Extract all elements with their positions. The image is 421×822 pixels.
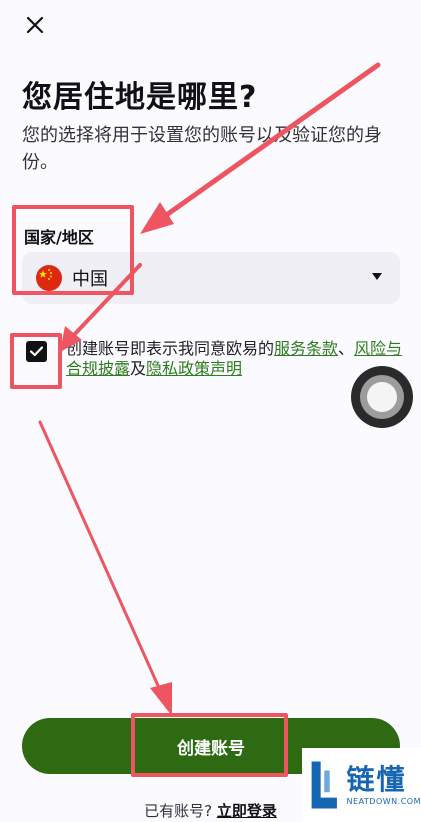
- agreement-text: 创建账号即表示我同意欧易的服务条款、风险与合规披露及隐私政策声明: [66, 339, 406, 379]
- annotation-box-country: [12, 205, 134, 295]
- page-subtitle: 您的选择将用于设置您的账号以及验证您的身份。: [22, 125, 382, 173]
- close-button[interactable]: [20, 10, 50, 40]
- agreement-conjunction: 及: [130, 359, 147, 378]
- agreement-prefix: 创建账号即表示我同意欧易的: [66, 339, 275, 358]
- watermark: 链懂 NEATDOWN.COM: [302, 748, 421, 822]
- page-title: 您居住地是哪里?: [22, 80, 258, 115]
- privacy-policy-link[interactable]: 隐私政策声明: [146, 359, 242, 378]
- close-icon: [26, 16, 44, 34]
- watermark-logo-icon: [311, 761, 337, 809]
- annotation-box-create: [131, 713, 288, 777]
- have-account-text: 已有账号?: [144, 802, 217, 820]
- floating-button-center: [367, 382, 397, 412]
- floating-assistive-button[interactable]: [351, 366, 413, 428]
- terms-link[interactable]: 服务条款: [274, 339, 338, 358]
- annotation-box-checkbox: [10, 333, 62, 389]
- watermark-name-en: NEATDOWN.COM: [346, 796, 421, 806]
- annotation-arrow-line: [38, 420, 162, 692]
- caret-down-icon: [372, 273, 382, 280]
- annotation-arrow-head: [150, 682, 172, 716]
- floating-button-ring: [360, 375, 404, 419]
- agreement-separator: 、: [338, 339, 355, 358]
- annotation-arrow-head: [140, 202, 174, 234]
- login-link[interactable]: 立即登录: [217, 802, 277, 820]
- watermark-name-cn: 链懂: [346, 762, 407, 796]
